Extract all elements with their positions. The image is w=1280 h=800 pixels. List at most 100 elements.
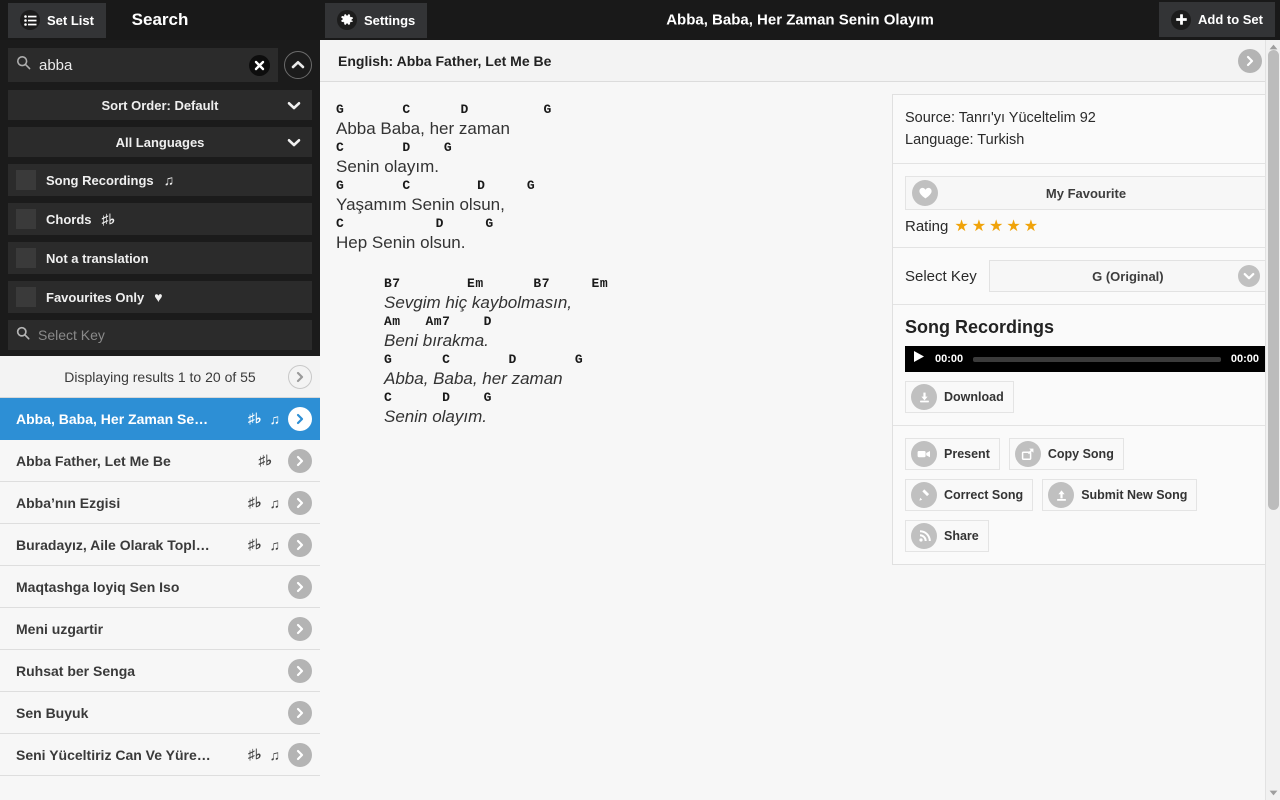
- list-item[interactable]: Abba Father, Let Me Be ♯♭: [0, 440, 320, 482]
- present-button[interactable]: Present: [905, 438, 1000, 470]
- open-song-button[interactable]: [288, 491, 312, 515]
- my-favourite-button[interactable]: My Favourite: [905, 176, 1267, 210]
- checkbox[interactable]: [16, 209, 36, 229]
- lyric-line: Abba, Baba, her zaman: [384, 368, 892, 390]
- rating-row: Rating ★ ★ ★ ★ ★: [905, 218, 1267, 235]
- star-icon[interactable]: ★: [1024, 219, 1038, 235]
- open-song-button[interactable]: [288, 407, 312, 431]
- song-name: Abba’nın Ezgisi: [16, 495, 240, 511]
- list-icon: [20, 10, 40, 30]
- song-detail-panel: English: Abba Father, Let Me Be G C D G …: [320, 40, 1280, 800]
- next-translation-button[interactable]: [1238, 49, 1262, 73]
- audio-player[interactable]: 00:00 00:00: [905, 346, 1267, 372]
- heart-icon: [912, 180, 938, 206]
- music-note-icon: ♫: [270, 495, 281, 511]
- search-panel-title: Search: [132, 10, 189, 30]
- scrollbar-thumb[interactable]: [1268, 50, 1279, 510]
- settings-button[interactable]: Settings: [325, 3, 427, 38]
- filter-song-recordings[interactable]: Song Recordings ♫: [8, 164, 312, 196]
- sort-order-dropdown[interactable]: Sort Order: Default: [8, 90, 312, 120]
- main-scrollbar[interactable]: [1265, 40, 1280, 800]
- song-results-list[interactable]: Abba, Baba, Her Zaman Se… ♯♭ ♫ Abba Fath…: [0, 398, 320, 800]
- select-key-section: Select Key G (Original): [893, 248, 1279, 305]
- filter-chords[interactable]: Chords ♯♭: [8, 203, 312, 235]
- submit-new-song-button[interactable]: Submit New Song: [1042, 479, 1197, 511]
- open-song-button[interactable]: [288, 701, 312, 725]
- collapse-filters-button[interactable]: [284, 51, 312, 79]
- open-song-button[interactable]: [288, 533, 312, 557]
- song-name: Meni uzgartir: [16, 621, 280, 637]
- share-button[interactable]: Share: [905, 520, 989, 552]
- plus-icon: [1171, 10, 1191, 30]
- add-to-set-button[interactable]: Add to Set: [1159, 2, 1275, 37]
- submit-new-song-label: Submit New Song: [1081, 488, 1187, 502]
- list-item[interactable]: Seni Yüceltiriz Can Ve Yüre… ♯♭ ♫: [0, 734, 320, 776]
- scroll-down-arrow-icon[interactable]: [1266, 786, 1280, 800]
- list-item[interactable]: Sen Buyuk: [0, 692, 320, 734]
- action-row: Correct Song Submit New Song: [905, 479, 1267, 511]
- set-list-button[interactable]: Set List: [8, 3, 106, 38]
- download-button[interactable]: Download: [905, 381, 1014, 413]
- list-item[interactable]: Abba, Baba, Her Zaman Se… ♯♭ ♫: [0, 398, 320, 440]
- select-key-value: G (Original): [1092, 269, 1164, 284]
- correct-song-button[interactable]: Correct Song: [905, 479, 1033, 511]
- song-name: Buradayız, Aile Olarak Topl…: [16, 537, 240, 553]
- list-item[interactable]: Maqtashga loyiq Sen Iso: [0, 566, 320, 608]
- download-icon: [911, 384, 937, 410]
- checkbox[interactable]: [16, 287, 36, 307]
- open-song-button[interactable]: [288, 449, 312, 473]
- current-time: 00:00: [935, 353, 963, 365]
- copy-song-button[interactable]: Copy Song: [1009, 438, 1124, 470]
- translation-bar[interactable]: English: Abba Father, Let Me Be: [320, 40, 1280, 82]
- list-item[interactable]: Buradayız, Aile Olarak Topl… ♯♭ ♫: [0, 524, 320, 566]
- checkbox[interactable]: [16, 170, 36, 190]
- list-item[interactable]: Abba’nın Ezgisi ♯♭ ♫: [0, 482, 320, 524]
- clear-search-icon[interactable]: [249, 55, 270, 76]
- add-to-set-label: Add to Set: [1198, 12, 1263, 27]
- open-song-button[interactable]: [288, 659, 312, 683]
- open-song-button[interactable]: [288, 743, 312, 767]
- song-name: Sen Buyuk: [16, 705, 280, 721]
- search-input[interactable]: [39, 57, 241, 74]
- open-song-button[interactable]: [288, 575, 312, 599]
- search-sidebar: Sort Order: Default All Languages Song R…: [0, 40, 320, 800]
- language-text: Language: Turkish: [905, 129, 1267, 151]
- song-info-panel: Source: Tanrı'yı Yüceltelim 92 Language:…: [892, 94, 1280, 565]
- progress-bar[interactable]: [973, 357, 1221, 362]
- duration: 00:00: [1231, 353, 1259, 365]
- list-item[interactable]: Ruhsat ber Senga: [0, 650, 320, 692]
- select-key-filter[interactable]: Select Key: [8, 320, 312, 350]
- checkbox[interactable]: [16, 248, 36, 268]
- set-list-label: Set List: [47, 13, 94, 28]
- verse-block: G C D G Abba Baba, her zaman C D G Senin…: [336, 102, 892, 254]
- star-icon[interactable]: ★: [989, 219, 1003, 235]
- song-name: Ruhsat ber Senga: [16, 663, 280, 679]
- filter-not-a-translation[interactable]: Not a translation: [8, 242, 312, 274]
- sharp-flat-icon: ♯♭: [258, 452, 272, 469]
- lyric-line: Senin olayım.: [336, 156, 892, 178]
- star-icon[interactable]: ★: [1006, 219, 1020, 235]
- upload-icon: [1048, 482, 1074, 508]
- select-key-placeholder: Select Key: [38, 327, 105, 343]
- search-field-wrapper[interactable]: [8, 48, 278, 82]
- chord-line: C D G: [336, 216, 892, 232]
- source-text: Source: Tanrı'yı Yüceltelim 92: [905, 107, 1267, 129]
- list-item[interactable]: Meni uzgartir: [0, 608, 320, 650]
- star-icon[interactable]: ★: [972, 219, 986, 235]
- star-icon[interactable]: ★: [954, 219, 968, 235]
- sharp-flat-icon: ♯♭: [102, 211, 116, 228]
- filter-favourites-only[interactable]: Favourites Only ♥: [8, 281, 312, 313]
- lyrics-chords-area: G C D G Abba Baba, her zaman C D G Senin…: [320, 82, 892, 800]
- chevron-up-icon: [291, 56, 305, 74]
- language-dropdown[interactable]: All Languages: [8, 127, 312, 157]
- pencil-icon: [911, 482, 937, 508]
- rating-stars[interactable]: ★ ★ ★ ★ ★: [954, 219, 1038, 235]
- song-name: Maqtashga loyiq Sen Iso: [16, 579, 280, 595]
- play-icon[interactable]: [913, 350, 925, 368]
- next-results-button[interactable]: [288, 365, 312, 389]
- open-song-button[interactable]: [288, 617, 312, 641]
- download-label: Download: [944, 390, 1004, 404]
- chevron-down-icon: [1238, 265, 1260, 287]
- lyric-line: Sevgim hiç kaybolmasın,: [384, 292, 892, 314]
- select-key-dropdown[interactable]: G (Original): [989, 260, 1267, 292]
